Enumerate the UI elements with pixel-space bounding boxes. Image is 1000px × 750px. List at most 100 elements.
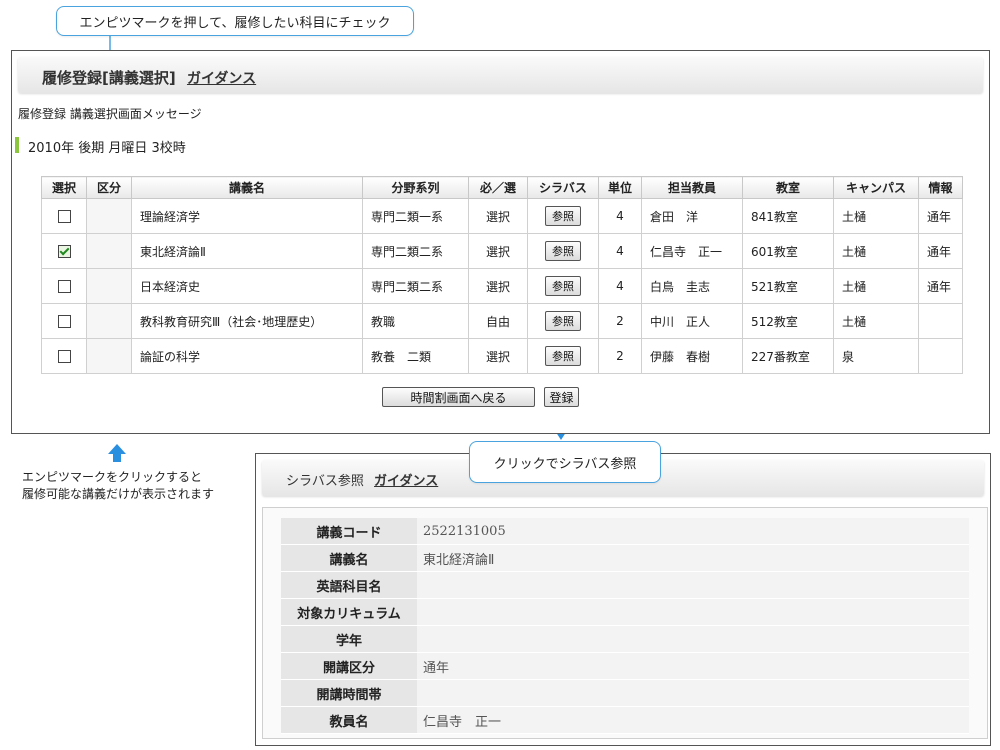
units-cell: 4 [598,198,642,234]
campus-cell: 泉 [833,338,919,374]
syllabus-field-value: 2522131005 [417,518,969,545]
course-checkbox[interactable] [57,280,71,293]
syllabus-field-value: 仁昌寺 正一 [417,706,969,734]
page-title: 履修登録[講義選択] ガイダンス [42,69,257,87]
syllabus-field-value: 通年 [417,652,969,680]
table-row: 東北経済論Ⅱ 専門二類二系 選択 参照 4 仁昌寺 正一 601教室 土樋 通年 [41,233,963,269]
col-select: 選択 [41,176,87,199]
table-row: 日本経済史 専門二類二系 選択 参照 4 白鳥 圭志 521教室 土樋 通年 [41,268,963,304]
course-name: 東北経済論Ⅱ [131,233,363,269]
syllabus-field-label: 開講時間帯 [281,679,417,707]
units-cell: 4 [598,268,642,304]
category-cell [86,338,132,374]
category-cell [86,268,132,304]
syllabus-row: 教員名 仁昌寺 正一 [281,706,969,734]
field-cell: 専門二類二系 [362,268,469,304]
table-row: 教科教育研究Ⅲ（社会･地理歴史） 教職 自由 参照 2 中川 正人 512教室 土樋 [41,303,963,339]
callout-left-line2: 履修可能な講義だけが表示されます [22,487,215,501]
room-cell: 521教室 [742,268,834,304]
teacher-cell: 白鳥 圭志 [641,268,743,304]
units-cell: 2 [598,303,642,339]
syllabus-field-value [417,598,969,626]
register-button[interactable]: 登録 [544,387,579,407]
syllabus-row: 英語科目名 [281,571,969,599]
syllabus-field-label: 開講区分 [281,652,417,680]
callout-top: エンピツマークを押して、履修したい科目にチェック [56,6,414,36]
syllabus-reference-button[interactable]: 参照 [545,241,581,261]
course-name: 教科教育研究Ⅲ（社会･地理歴史） [131,303,363,339]
room-cell: 601教室 [742,233,834,269]
select-cell [41,338,87,374]
col-syllabus: シラバス [527,176,599,199]
course-checkbox[interactable] [57,245,71,258]
select-cell [41,303,87,339]
table-header-row: 選択 区分 講義名 分野系列 必／選 シラバス 単位 担当教員 教室 キャンパス… [41,176,963,199]
course-name: 理論経済学 [131,198,363,234]
syllabus-reference-button[interactable]: 参照 [545,206,581,226]
col-field: 分野系列 [362,176,469,199]
info-cell [918,303,963,339]
field-cell: 専門二類二系 [362,233,469,269]
syllabus-reference-button[interactable]: 参照 [545,276,581,296]
syllabus-table: 講義コード 2522131005 講義名 東北経済論Ⅱ 英語科目名 対象カリキュラム 学年開… [281,518,969,734]
syllabus-detail-box: 講義コード 2522131005 講義名 東北経済論Ⅱ 英語科目名 対象カリキュラム 学年開… [262,507,988,739]
syllabus-field-label: 英語科目名 [281,571,417,599]
required-cell: 選択 [468,198,528,234]
teacher-cell: 伊藤 春樹 [641,338,743,374]
campus-cell: 土樋 [833,268,919,304]
category-cell [86,303,132,339]
back-to-timetable-button[interactable]: 時間割画面へ戻る [382,387,535,407]
syllabus-reference-button[interactable]: 参照 [545,311,581,331]
required-cell: 選択 [468,268,528,304]
col-required: 必／選 [468,176,528,199]
syllabus-field-value [417,625,969,653]
course-checkbox[interactable] [57,350,71,363]
course-checkbox[interactable] [57,210,71,223]
syllabus-row: 対象カリキュラム [281,598,969,626]
syllabus-field-value [417,679,969,707]
campus-cell: 土樋 [833,198,919,234]
required-cell: 選択 [468,233,528,269]
session-marker [15,137,19,153]
syllabus-reference-button[interactable]: 参照 [545,346,581,366]
syllabus-row: 開講時間帯 [281,679,969,707]
category-cell [86,198,132,234]
syllabus-cell: 参照 [527,268,599,304]
syllabus-field-label: 講義コード [281,518,417,545]
syllabus-guidance-link[interactable]: ガイダンス [374,474,438,489]
syllabus-row: 講義名 東北経済論Ⅱ [281,544,969,572]
teacher-cell: 倉田 洋 [641,198,743,234]
syllabus-cell: 参照 [527,303,599,339]
units-cell: 2 [598,338,642,374]
syllabus-title: シラバス参照 [286,474,364,489]
registration-header: 履修登録[講義選択] ガイダンス [18,57,983,93]
info-cell: 通年 [918,198,963,234]
syllabus-cell: 参照 [527,338,599,374]
select-cell [41,268,87,304]
col-course: 講義名 [131,176,363,199]
syllabus-row: 開講区分 通年 [281,652,969,680]
course-name: 日本経済史 [131,268,363,304]
session-label: 2010年 後期 月曜日 3校時 [28,141,186,156]
syllabus-panel: シラバス参照 ガイダンス 講義コード 2522131005 講義名 東北経済論Ⅱ 英語科… [255,453,991,746]
select-cell [41,198,87,234]
syllabus-cell: 参照 [527,198,599,234]
units-cell: 4 [598,233,642,269]
guidance-link[interactable]: ガイダンス [187,71,256,87]
callout-left-line1: エンピツマークをクリックすると [22,470,203,484]
course-name: 論証の科学 [131,338,363,374]
required-cell: 選択 [468,338,528,374]
info-cell: 通年 [918,268,963,304]
table-row: 理論経済学 専門二類一系 選択 参照 4 倉田 洋 841教室 土樋 通年 [41,198,963,234]
room-cell: 841教室 [742,198,834,234]
col-campus: キャンパス [833,176,919,199]
course-checkbox[interactable] [57,315,71,328]
course-table: 選択 区分 講義名 分野系列 必／選 シラバス 単位 担当教員 教室 キャンパス… [41,176,963,374]
callout-syllabus: クリックでシラバス参照 [469,441,661,483]
col-units: 単位 [598,176,642,199]
col-category: 区分 [86,176,132,199]
select-cell [41,233,87,269]
campus-cell: 土樋 [833,303,919,339]
syllabus-field-label: 対象カリキュラム [281,598,417,626]
field-cell: 教養 二類 [362,338,469,374]
